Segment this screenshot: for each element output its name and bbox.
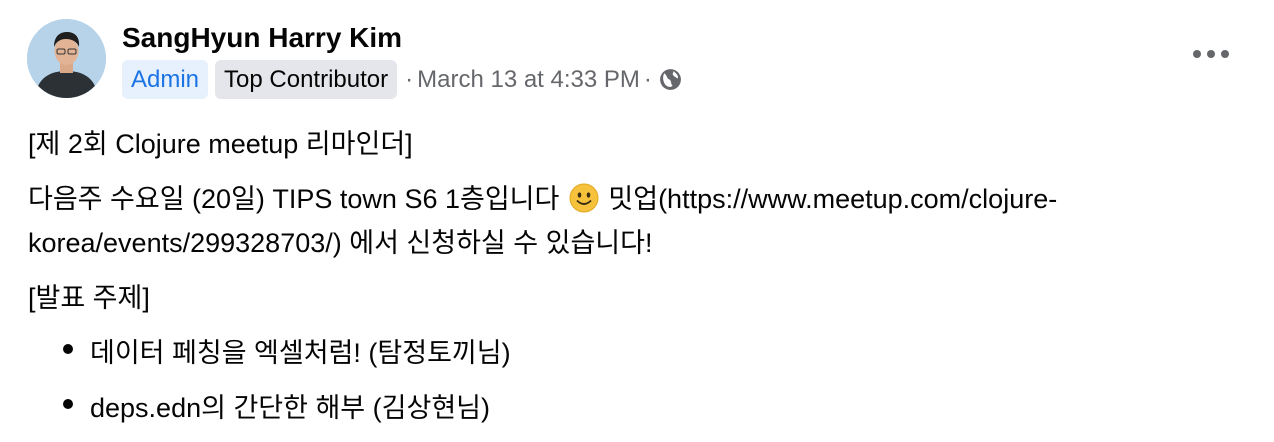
admin-badge[interactable]: Admin [122,60,209,99]
topic-text: deps.edn의 간단한 해부 (김상현님) [90,393,490,423]
meta-separator: · [643,65,652,93]
list-item: 데이터 페칭을 엑셀처럼! (탐정토끼님) [63,331,511,370]
post-line-2: korea/events/299328703/) 에서 신청하실 수 있습니다! [28,228,653,258]
topic-text: 데이터 페칭을 엑셀처럼! (탐정토끼님) [90,338,511,368]
more-dot [1207,50,1215,58]
meetup-link-text[interactable]: 밋업(https://www.meetup.com/clojure- [608,184,1057,214]
profile-photo [27,19,106,98]
globe-icon[interactable] [658,67,683,92]
meta-separator: · [405,65,414,93]
more-dot [1193,50,1201,58]
avatar[interactable] [27,19,106,98]
smiley-emoji-icon [569,183,599,213]
post-meta: Admin Top Contributor · March 13 at 4:33… [122,60,683,99]
list-item: deps.edn의 간단한 해부 (김상현님) [63,386,490,425]
more-dot [1221,50,1229,58]
more-options-icon[interactable] [1193,44,1229,64]
line1-text: 다음주 수요일 (20일) TIPS town S6 1층입니다 [28,184,560,214]
post-line-1: 다음주 수요일 (20일) TIPS town S6 1층입니다 밋업(http… [28,177,1057,216]
topics-heading: [발표 주제] [28,283,150,313]
author-name[interactable]: SangHyun Harry Kim [122,22,402,54]
bullet [63,344,73,354]
post-timestamp[interactable]: March 13 at 4:33 PM [417,66,640,94]
post-title: [제 2회 Clojure meetup 리마인더] [28,129,413,159]
top-contributor-badge[interactable]: Top Contributor [215,60,398,99]
bullet [63,399,73,409]
